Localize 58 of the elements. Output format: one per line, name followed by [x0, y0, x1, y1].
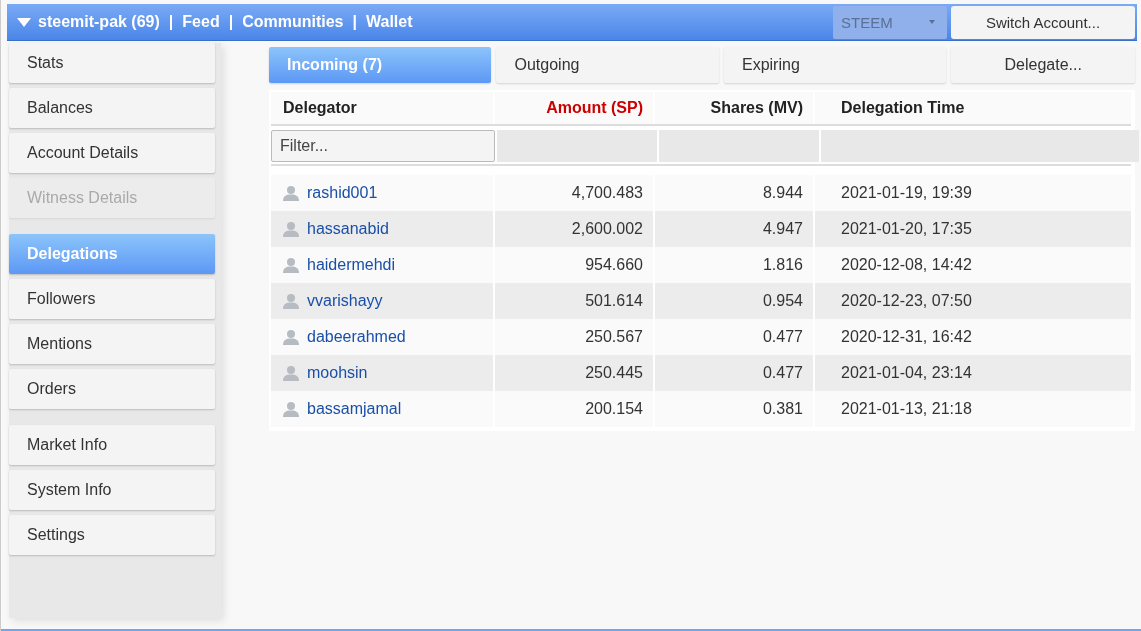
table-cell: 2020-12-23, 07:50	[841, 292, 972, 310]
user-icon	[283, 185, 299, 201]
user-link[interactable]: moohsin	[307, 364, 368, 382]
table-cell: 2021-01-19, 19:39	[841, 184, 972, 202]
table-cell: 954.660	[585, 256, 643, 274]
table-cell: 0.954	[762, 292, 803, 310]
user-icon	[283, 365, 299, 381]
filter-field[interactable]: Filter...	[271, 130, 495, 162]
sidebar-item[interactable]: Market Info	[9, 425, 215, 465]
column-header[interactable]: Delegator	[271, 92, 495, 124]
table-cell: 2020-12-08, 14:42	[841, 256, 972, 274]
user-link[interactable]: bassamjamal	[307, 400, 402, 418]
dropdown-triangle-icon[interactable]	[17, 17, 31, 27]
table-cell: 8.944	[762, 184, 803, 202]
sidebar-item[interactable]: Account Details	[9, 133, 215, 173]
tab[interactable]: Outgoing	[496, 47, 719, 83]
user-icon	[283, 221, 299, 237]
table-cell: 0.477	[762, 364, 803, 382]
table-cell: 1.816	[762, 256, 803, 274]
sidebar-item[interactable]: Orders	[9, 369, 215, 409]
column-header[interactable]: Delegation Time	[815, 92, 1133, 124]
table-cell: 2021-01-04, 23:14	[841, 364, 972, 382]
table-cell: 2021-01-20, 17:35	[841, 220, 972, 238]
separator-text: |	[352, 13, 357, 31]
user-icon	[283, 329, 299, 345]
table-cell: 250.567	[585, 328, 643, 346]
sidebar-item[interactable]: Balances	[9, 88, 215, 128]
table-cell: 200.154	[585, 400, 643, 418]
user-link[interactable]: hassanabid	[307, 220, 389, 238]
sidebar-item[interactable]: System Info	[9, 470, 215, 510]
table-cell: 4.947	[762, 220, 803, 238]
tab[interactable]: Expiring	[723, 47, 947, 83]
switch-account-button[interactable]: Switch Account...	[951, 5, 1135, 39]
sidebar-item[interactable]: Settings	[9, 515, 215, 555]
user-link[interactable]: dabeerahmed	[307, 328, 406, 346]
separator-text: |	[228, 13, 234, 31]
delegate-button[interactable]: Delegate...	[951, 47, 1135, 83]
user-link[interactable]: rashid001	[307, 184, 378, 202]
table-cell: 250.445	[585, 364, 643, 382]
user-icon	[283, 257, 299, 273]
column-header[interactable]: Amount (SP)	[495, 92, 655, 124]
table-cell: 0.477	[762, 328, 803, 346]
table-cell: 0.381	[762, 400, 803, 418]
user-link[interactable]: vvarishayy	[307, 292, 383, 310]
sidebar-item[interactable]: Mentions	[9, 324, 215, 364]
sidebar-item[interactable]: Followers	[9, 279, 215, 319]
table-cell: 2,600.002	[571, 220, 643, 238]
caret-icon	[929, 20, 935, 24]
separator-text: |	[168, 13, 174, 31]
user-icon	[283, 401, 299, 417]
table-cell: 2020-12-31, 16:42	[841, 328, 972, 346]
table-cell: 2021-01-13, 21:18	[841, 400, 972, 418]
column-header[interactable]: Shares (MV)	[655, 92, 815, 124]
table-cell: 501.614	[585, 292, 643, 310]
user-icon	[283, 293, 299, 309]
sidebar-item[interactable]: Stats	[9, 43, 215, 83]
user-link[interactable]: haidermehdi	[307, 256, 396, 274]
table-cell: 4,700.483	[571, 184, 643, 202]
